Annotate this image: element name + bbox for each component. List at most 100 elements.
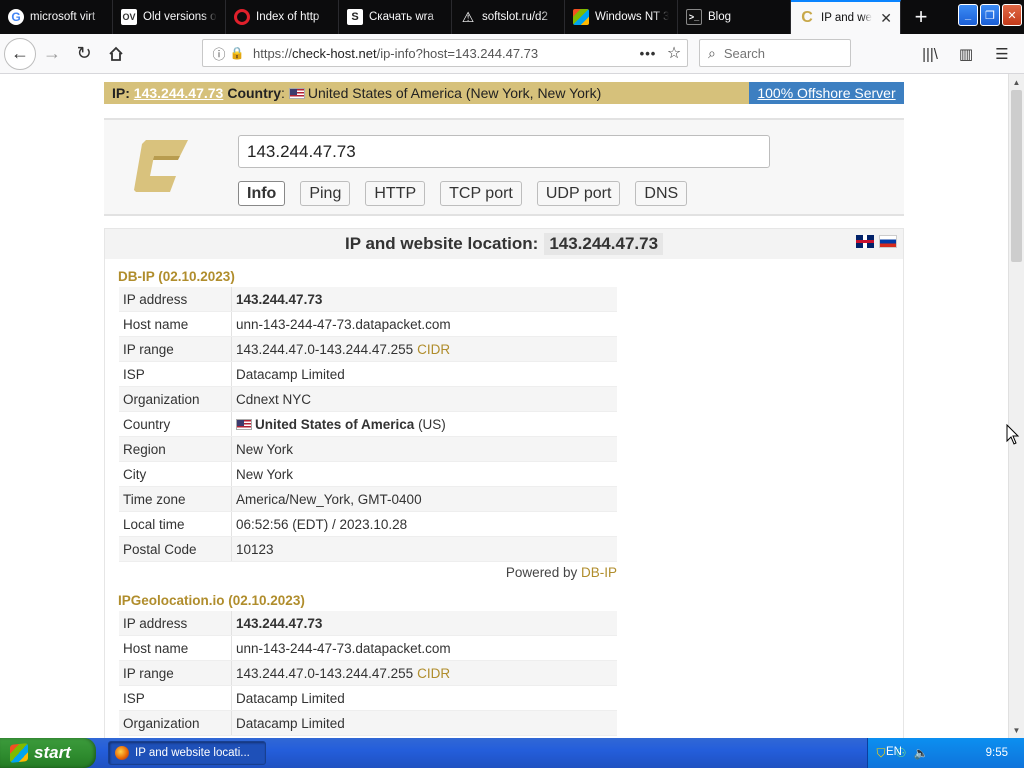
table-row: IP range 143.244.47.0-143.244.47.255 CIDR <box>119 660 617 686</box>
ping-button[interactable]: Ping <box>300 181 351 206</box>
cidr-link[interactable]: CIDR <box>417 666 450 681</box>
browser-tab[interactable]: Windows NT 3 <box>565 0 678 34</box>
table-row: Host name unn-143-244-47-73.datapacket.co… <box>119 311 617 337</box>
page-actions-button[interactable]: ••• <box>635 46 661 61</box>
reload-button[interactable]: ↻ <box>68 38 100 70</box>
browser-tab[interactable]: ⚠ softslot.ru/d2 <box>452 0 565 34</box>
ip-banner: IP: 143.244.47.73 Country: United States… <box>104 82 904 104</box>
page-viewport: IP: 143.244.47.73 Country: United States… <box>0 74 1008 738</box>
dbip-link[interactable]: DB-IP <box>581 565 617 580</box>
ip-link[interactable]: 143.244.47.73 <box>134 85 224 101</box>
results-panel: IP and website location: 143.244.47.73 D… <box>104 228 904 738</box>
search-bar[interactable]: ⌕ <box>699 39 851 67</box>
powered-by: Powered by DB-IP <box>505 565 617 580</box>
taskbar-item-firefox[interactable]: IP and website locati... <box>108 741 266 765</box>
ipgeolocation-table: IP address 143.244.47.73 Host name unn-143… <box>119 611 617 736</box>
info-button[interactable]: Info <box>238 181 286 206</box>
firefox-icon <box>115 746 129 760</box>
back-button[interactable]: ← <box>4 37 36 70</box>
tab-title: IP and web <box>821 12 872 24</box>
page-scrollbar[interactable]: ▲ ▼ <box>1008 74 1024 738</box>
language-switcher <box>856 235 897 248</box>
table-row: Country United States of America (US) <box>119 411 617 437</box>
windows-taskbar: start IP and website locati... ⛉ ⚇ 🔈 9:5… <box>0 738 1024 768</box>
google-icon: G <box>8 9 24 25</box>
windows-logo-icon <box>10 743 28 763</box>
browser-tab-active[interactable]: C IP and web ✕ <box>791 0 901 34</box>
hamburger-icon: ☰ <box>995 46 1009 63</box>
warning-icon: ⚠ <box>461 8 475 25</box>
language-indicator[interactable]: EN <box>886 746 902 758</box>
close-tab-icon[interactable]: ✕ <box>880 10 892 27</box>
oldversion-icon: OV <box>121 9 137 25</box>
lock-icon: 🔒 <box>229 46 245 60</box>
cidr-link[interactable]: CIDR <box>417 342 450 357</box>
terminal-icon: >_ <box>686 9 702 25</box>
new-tab-button[interactable]: + <box>901 0 941 34</box>
browser-tab[interactable]: OV Old versions o <box>113 0 226 34</box>
host-input[interactable] <box>238 135 770 168</box>
tab-title: Index of http <box>256 11 320 23</box>
mouse-cursor-icon <box>1006 424 1020 445</box>
library-icon: |||\ <box>922 45 938 63</box>
minimize-button[interactable]: _ <box>958 4 978 26</box>
browser-tab[interactable]: Index of http <box>226 0 339 34</box>
search-input[interactable] <box>721 44 836 62</box>
arrow-left-icon: ← <box>11 43 29 63</box>
check-type-buttons: Info Ping HTTP TCP port UDP port DNS <box>238 181 702 206</box>
info-icon[interactable]: ⓘ <box>211 44 227 63</box>
forward-button[interactable]: → <box>36 38 68 70</box>
windows-icon <box>573 9 589 25</box>
dbip-table: IP address 143.244.47.73 Host name unn-143… <box>119 287 617 562</box>
home-button[interactable] <box>100 38 132 70</box>
us-flag-icon <box>236 418 252 430</box>
home-icon <box>109 46 123 61</box>
sidebar-button[interactable]: ▥ <box>950 38 982 70</box>
table-row: Postal Code 10123 <box>119 536 617 562</box>
start-button[interactable]: start <box>0 738 96 768</box>
http-button[interactable]: HTTP <box>365 181 426 206</box>
plus-icon: + <box>914 4 928 29</box>
volume-icon[interactable]: 🔈 <box>914 746 929 760</box>
offshore-banner: 100% Offshore Server <box>749 82 904 104</box>
scroll-down-icon[interactable]: ▼ <box>1009 722 1024 738</box>
tab-strip: G microsoft virt OV Old versions o Index… <box>0 0 1024 34</box>
ipgeolocation-title: IPGeolocation.io (02.10.2023) <box>118 593 305 608</box>
navigation-toolbar: ← → ↻ ⓘ 🔒 https://check-host.net/ip-info… <box>0 34 1024 74</box>
tcp-port-button[interactable]: TCP port <box>440 181 522 206</box>
address-bar[interactable]: ⓘ 🔒 https://check-host.net/ip-info?host=… <box>202 39 688 67</box>
russian-flag-icon[interactable] <box>879 235 897 248</box>
checker-panel: Info Ping HTTP TCP port UDP port DNS <box>104 118 904 216</box>
results-heading: IP and website location: 143.244.47.73 <box>105 229 903 259</box>
url-text[interactable]: https://check-host.net/ip-info?host=143.… <box>253 46 635 61</box>
tab-title: microsoft virt <box>30 11 96 23</box>
maximize-button[interactable]: ❐ <box>980 4 1000 26</box>
udp-port-button[interactable]: UDP port <box>536 181 621 206</box>
reload-icon: ↻ <box>76 43 92 63</box>
bookmark-star-icon[interactable]: ☆ <box>661 43 687 63</box>
english-flag-icon[interactable] <box>856 235 874 248</box>
close-window-button[interactable]: ✕ <box>1002 4 1022 26</box>
browser-tab[interactable]: G microsoft virt <box>0 0 113 34</box>
tab-title: Скачать wra <box>369 11 434 23</box>
scrollbar-thumb[interactable] <box>1011 90 1022 262</box>
browser-tab[interactable]: >_ Blog <box>678 0 791 34</box>
table-row: IP address 143.244.47.73 <box>119 611 617 636</box>
scroll-up-icon[interactable]: ▲ <box>1009 74 1024 90</box>
tab-title: softslot.ru/d2 <box>482 11 548 23</box>
check-host-logo-icon <box>134 140 188 192</box>
check-host-icon: C <box>801 9 813 26</box>
toolbar-right: |||\ ▥ ☰ <box>914 38 1018 70</box>
tab-title: Windows NT 3 <box>595 11 669 23</box>
menu-button[interactable]: ☰ <box>986 38 1018 70</box>
table-row: Region New York <box>119 436 617 462</box>
table-row: Time zone America/New_York, GMT-0400 <box>119 486 617 512</box>
library-button[interactable]: |||\ <box>914 38 946 70</box>
offshore-link[interactable]: 100% Offshore Server <box>757 85 895 101</box>
table-row: Local time 06:52:56 (EDT) / 2023.10.28 <box>119 511 617 537</box>
search-icon: ⌕ <box>708 44 716 61</box>
clock[interactable]: 9:55 <box>986 747 1008 759</box>
dns-button[interactable]: DNS <box>635 181 688 206</box>
tab-title: Blog <box>708 11 732 23</box>
browser-tab[interactable]: S Скачать wra <box>339 0 452 34</box>
